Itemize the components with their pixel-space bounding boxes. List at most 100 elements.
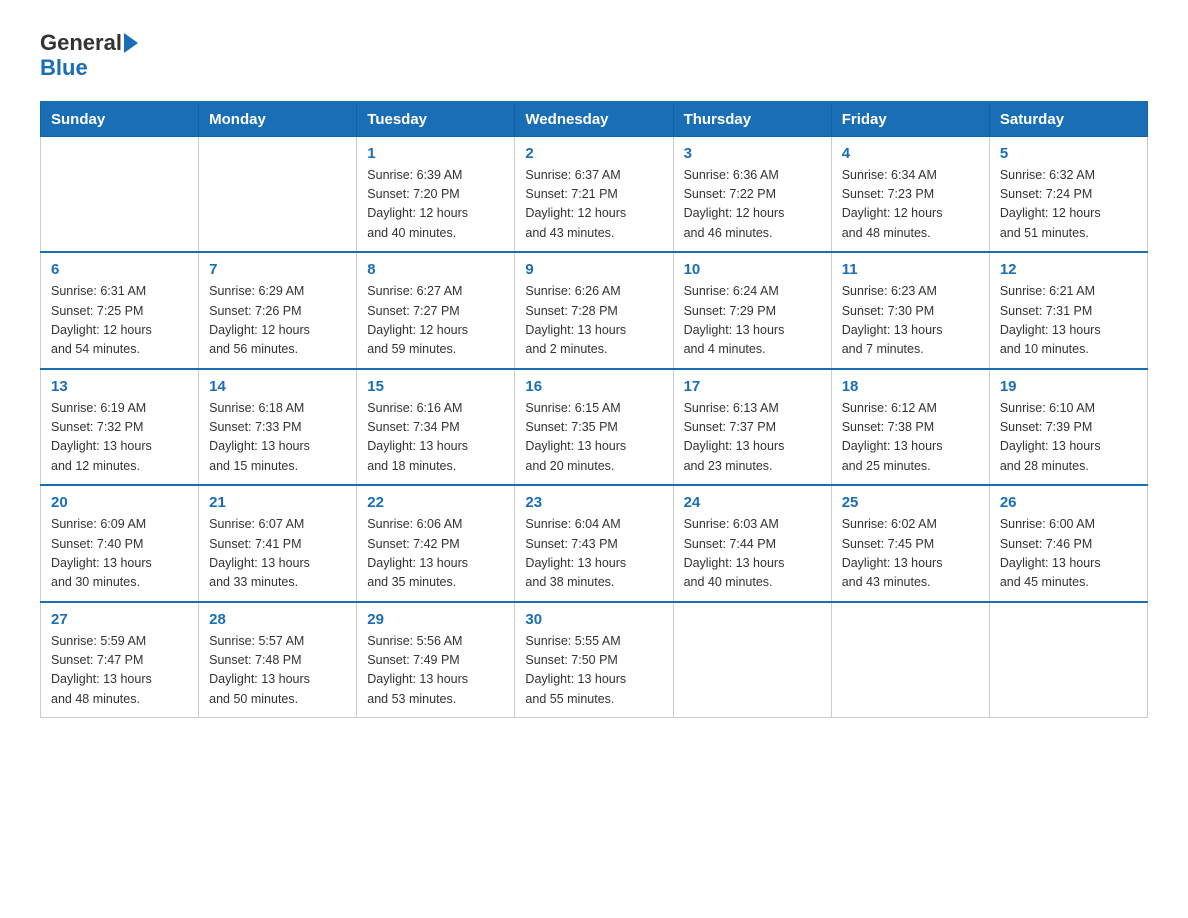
day-info: Sunrise: 6:12 AM Sunset: 7:38 PM Dayligh… — [842, 399, 979, 477]
logo-arrow-icon — [124, 33, 138, 53]
day-number: 21 — [209, 494, 346, 511]
weekday-header-monday: Monday — [199, 102, 357, 137]
day-number: 23 — [525, 494, 662, 511]
day-number: 13 — [51, 378, 188, 395]
day-number: 3 — [684, 145, 821, 162]
calendar-cell: 27Sunrise: 5:59 AM Sunset: 7:47 PM Dayli… — [41, 602, 199, 718]
day-number: 8 — [367, 261, 504, 278]
calendar-cell: 22 Sunrise: 6:06 AM Sunset: 7:42 PM Dayli… — [357, 485, 515, 602]
day-info: Sunrise: 6:18 AM Sunset: 7:33 PM Dayligh… — [209, 399, 346, 477]
day-info: Sunrise: 6:24 AM Sunset: 7:29 PM Dayligh… — [684, 282, 821, 360]
day-number: 27 — [51, 611, 188, 628]
calendar-cell: 23 Sunrise: 6:04 AM Sunset: 7:43 PM Dayli… — [515, 485, 673, 602]
day-info: Sunrise: 6:39 AM Sunset: 7:20 PM Dayligh… — [367, 166, 504, 244]
calendar-cell — [41, 136, 199, 252]
day-info: Sunrise: 6:09 AM Sunset: 7:40 PM Dayligh… — [51, 515, 188, 593]
calendar-cell: 10 Sunrise: 6:24 AM Sunset: 7:29 PM Dayli… — [673, 252, 831, 369]
calendar-cell: 15 Sunrise: 6:16 AM Sunset: 7:34 PM Dayli… — [357, 369, 515, 486]
day-info: Sunrise: 5:57 AM Sunset: 7:48 PM Dayligh… — [209, 632, 346, 710]
day-number: 2 — [525, 145, 662, 162]
weekday-header-tuesday: Tuesday — [357, 102, 515, 137]
calendar-cell: 16 Sunrise: 6:15 AM Sunset: 7:35 PM Dayli… — [515, 369, 673, 486]
weekday-header-saturday: Saturday — [989, 102, 1147, 137]
calendar-cell — [673, 602, 831, 718]
week-row-4: 20 Sunrise: 6:09 AM Sunset: 7:40 PM Dayli… — [41, 485, 1148, 602]
day-info: Sunrise: 5:56 AM Sunset: 7:49 PM Dayligh… — [367, 632, 504, 710]
day-info: Sunrise: 6:23 AM Sunset: 7:30 PM Dayligh… — [842, 282, 979, 360]
day-number: 22 — [367, 494, 504, 511]
calendar-cell: 6Sunrise: 6:31 AM Sunset: 7:25 PM Daylig… — [41, 252, 199, 369]
day-info: Sunrise: 6:19 AM Sunset: 7:32 PM Dayligh… — [51, 399, 188, 477]
week-row-3: 13 Sunrise: 6:19 AM Sunset: 7:32 PM Dayli… — [41, 369, 1148, 486]
day-info: Sunrise: 6:21 AM Sunset: 7:31 PM Dayligh… — [1000, 282, 1137, 360]
day-number: 18 — [842, 378, 979, 395]
day-number: 20 — [51, 494, 188, 511]
days-of-week-row: SundayMondayTuesdayWednesdayThursdayFrid… — [41, 102, 1148, 137]
day-info: Sunrise: 6:10 AM Sunset: 7:39 PM Dayligh… — [1000, 399, 1137, 477]
calendar-table: SundayMondayTuesdayWednesdayThursdayFrid… — [40, 101, 1148, 719]
calendar-cell: 21Sunrise: 6:07 AM Sunset: 7:41 PM Dayli… — [199, 485, 357, 602]
calendar-cell: 8 Sunrise: 6:27 AM Sunset: 7:27 PM Daylig… — [357, 252, 515, 369]
day-number: 7 — [209, 261, 346, 278]
day-number: 11 — [842, 261, 979, 278]
calendar-cell — [831, 602, 989, 718]
calendar-cell: 2 Sunrise: 6:37 AM Sunset: 7:21 PM Daylig… — [515, 136, 673, 252]
day-info: Sunrise: 6:06 AM Sunset: 7:42 PM Dayligh… — [367, 515, 504, 593]
day-info: Sunrise: 6:34 AM Sunset: 7:23 PM Dayligh… — [842, 166, 979, 244]
day-info: Sunrise: 6:32 AM Sunset: 7:24 PM Dayligh… — [1000, 166, 1137, 244]
day-info: Sunrise: 6:29 AM Sunset: 7:26 PM Dayligh… — [209, 282, 346, 360]
week-row-2: 6Sunrise: 6:31 AM Sunset: 7:25 PM Daylig… — [41, 252, 1148, 369]
day-info: Sunrise: 6:31 AM Sunset: 7:25 PM Dayligh… — [51, 282, 188, 360]
day-number: 30 — [525, 611, 662, 628]
weekday-header-friday: Friday — [831, 102, 989, 137]
calendar-cell: 9 Sunrise: 6:26 AM Sunset: 7:28 PM Daylig… — [515, 252, 673, 369]
day-number: 4 — [842, 145, 979, 162]
day-number: 9 — [525, 261, 662, 278]
day-number: 26 — [1000, 494, 1137, 511]
day-info: Sunrise: 6:00 AM Sunset: 7:46 PM Dayligh… — [1000, 515, 1137, 593]
calendar-cell: 29Sunrise: 5:56 AM Sunset: 7:49 PM Dayli… — [357, 602, 515, 718]
logo: General Blue — [40, 30, 138, 81]
calendar-cell: 7 Sunrise: 6:29 AM Sunset: 7:26 PM Daylig… — [199, 252, 357, 369]
calendar-cell: 19 Sunrise: 6:10 AM Sunset: 7:39 PM Dayli… — [989, 369, 1147, 486]
calendar-cell: 12 Sunrise: 6:21 AM Sunset: 7:31 PM Dayli… — [989, 252, 1147, 369]
day-info: Sunrise: 6:16 AM Sunset: 7:34 PM Dayligh… — [367, 399, 504, 477]
day-number: 16 — [525, 378, 662, 395]
day-info: Sunrise: 5:55 AM Sunset: 7:50 PM Dayligh… — [525, 632, 662, 710]
day-number: 19 — [1000, 378, 1137, 395]
day-number: 25 — [842, 494, 979, 511]
calendar-cell: 14 Sunrise: 6:18 AM Sunset: 7:33 PM Dayli… — [199, 369, 357, 486]
day-number: 5 — [1000, 145, 1137, 162]
week-row-5: 27Sunrise: 5:59 AM Sunset: 7:47 PM Dayli… — [41, 602, 1148, 718]
calendar-cell: 3 Sunrise: 6:36 AM Sunset: 7:22 PM Daylig… — [673, 136, 831, 252]
day-info: Sunrise: 6:37 AM Sunset: 7:21 PM Dayligh… — [525, 166, 662, 244]
calendar-cell: 17Sunrise: 6:13 AM Sunset: 7:37 PM Dayli… — [673, 369, 831, 486]
day-info: Sunrise: 6:15 AM Sunset: 7:35 PM Dayligh… — [525, 399, 662, 477]
calendar-cell: 30 Sunrise: 5:55 AM Sunset: 7:50 PM Dayli… — [515, 602, 673, 718]
day-info: Sunrise: 6:13 AM Sunset: 7:37 PM Dayligh… — [684, 399, 821, 477]
day-number: 28 — [209, 611, 346, 628]
calendar-cell — [199, 136, 357, 252]
calendar-cell — [989, 602, 1147, 718]
day-number: 1 — [367, 145, 504, 162]
day-info: Sunrise: 6:27 AM Sunset: 7:27 PM Dayligh… — [367, 282, 504, 360]
day-number: 12 — [1000, 261, 1137, 278]
calendar-cell: 4 Sunrise: 6:34 AM Sunset: 7:23 PM Daylig… — [831, 136, 989, 252]
calendar-cell: 26 Sunrise: 6:00 AM Sunset: 7:46 PM Dayli… — [989, 485, 1147, 602]
weekday-header-wednesday: Wednesday — [515, 102, 673, 137]
day-number: 15 — [367, 378, 504, 395]
calendar-cell: 25Sunrise: 6:02 AM Sunset: 7:45 PM Dayli… — [831, 485, 989, 602]
day-info: Sunrise: 6:36 AM Sunset: 7:22 PM Dayligh… — [684, 166, 821, 244]
logo-blue: Blue — [40, 55, 88, 80]
page-header: General Blue — [40, 30, 1148, 81]
calendar-cell: 24Sunrise: 6:03 AM Sunset: 7:44 PM Dayli… — [673, 485, 831, 602]
weekday-header-sunday: Sunday — [41, 102, 199, 137]
day-number: 10 — [684, 261, 821, 278]
day-info: Sunrise: 6:26 AM Sunset: 7:28 PM Dayligh… — [525, 282, 662, 360]
day-info: Sunrise: 6:03 AM Sunset: 7:44 PM Dayligh… — [684, 515, 821, 593]
day-info: Sunrise: 6:04 AM Sunset: 7:43 PM Dayligh… — [525, 515, 662, 593]
weekday-header-thursday: Thursday — [673, 102, 831, 137]
logo-general: General — [40, 30, 122, 55]
day-number: 14 — [209, 378, 346, 395]
calendar-cell: 20 Sunrise: 6:09 AM Sunset: 7:40 PM Dayli… — [41, 485, 199, 602]
